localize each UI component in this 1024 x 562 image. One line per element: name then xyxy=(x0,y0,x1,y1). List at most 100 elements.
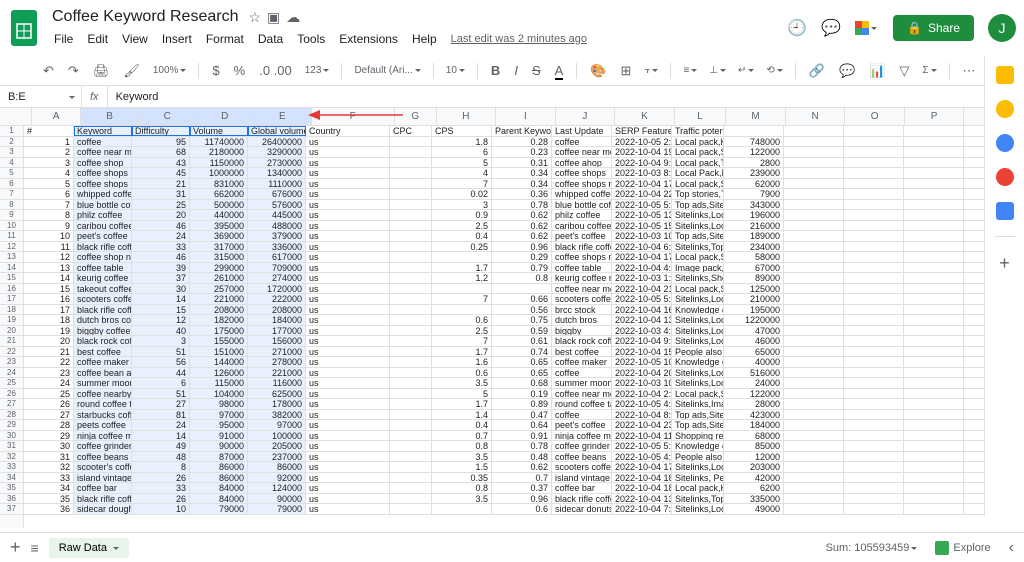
col-header[interactable]: I xyxy=(496,108,556,125)
cell[interactable] xyxy=(904,305,964,315)
text-color-button[interactable]: A xyxy=(552,61,567,80)
cell[interactable]: Sitelinks,Top sto xyxy=(672,494,724,504)
cell[interactable]: 14 xyxy=(132,294,190,304)
cell[interactable]: 182000 xyxy=(190,315,248,325)
row-header[interactable]: 37 xyxy=(0,504,23,515)
cell[interactable]: 6 xyxy=(432,147,492,157)
cell[interactable]: us xyxy=(306,494,390,504)
cell[interactable]: 0.6 xyxy=(432,368,492,378)
cell[interactable]: 2022-10-04 22:3 xyxy=(612,189,672,199)
cell[interactable]: us xyxy=(306,231,390,241)
cell[interactable]: 62000 xyxy=(724,179,784,189)
filter-button[interactable]: ▽ xyxy=(896,61,912,81)
cell[interactable]: 33 xyxy=(24,473,74,483)
cell[interactable] xyxy=(904,494,964,504)
cell[interactable] xyxy=(784,473,844,483)
cell[interactable]: black rifle coffee xyxy=(74,494,132,504)
cell[interactable]: 2022-10-05 5:15 xyxy=(612,294,672,304)
cell[interactable] xyxy=(390,399,432,409)
cell[interactable] xyxy=(784,389,844,399)
cell[interactable]: 27 xyxy=(132,399,190,409)
cell[interactable]: 1340000 xyxy=(248,168,306,178)
cell[interactable]: 315000 xyxy=(190,252,248,262)
cell[interactable]: 49000 xyxy=(724,504,784,514)
percent-button[interactable]: % xyxy=(231,61,249,80)
cell[interactable]: coffee near me xyxy=(552,284,612,294)
cell[interactable] xyxy=(784,189,844,199)
cell[interactable]: Sitelinks,Shoppi xyxy=(672,273,724,283)
cell[interactable] xyxy=(844,137,904,147)
cell[interactable]: Sitelinks,Top sto xyxy=(672,242,724,252)
cell[interactable]: 625000 xyxy=(248,389,306,399)
cell[interactable]: Top ads,Sitelink xyxy=(672,420,724,430)
maps-icon[interactable] xyxy=(996,202,1014,220)
cell[interactable] xyxy=(844,410,904,420)
cell[interactable]: 0.96 xyxy=(492,494,552,504)
chart-button[interactable]: 📊 xyxy=(866,61,888,81)
cell[interactable]: 26400000 xyxy=(248,137,306,147)
cell[interactable]: 14 xyxy=(132,431,190,441)
calendar-icon[interactable] xyxy=(996,66,1014,84)
row-header[interactable]: 21 xyxy=(0,336,23,347)
cell[interactable]: 0.79 xyxy=(492,263,552,273)
cell[interactable] xyxy=(390,200,432,210)
row-header[interactable]: 5 xyxy=(0,168,23,179)
cell[interactable]: us xyxy=(306,137,390,147)
paint-format-button[interactable]: 🖌 xyxy=(120,61,143,81)
cell[interactable]: 0.89 xyxy=(492,399,552,409)
cell[interactable]: 34 xyxy=(24,483,74,493)
cell[interactable]: 2022-10-03 10:5 xyxy=(612,231,672,241)
cell[interactable] xyxy=(784,494,844,504)
cell[interactable]: People also ask xyxy=(672,452,724,462)
col-header[interactable]: C xyxy=(139,108,197,125)
cell[interactable]: 126000 xyxy=(190,368,248,378)
cell[interactable]: 116000 xyxy=(248,378,306,388)
cell[interactable] xyxy=(904,347,964,357)
cell[interactable]: 1.6 xyxy=(432,357,492,367)
cell[interactable]: 24 xyxy=(24,378,74,388)
cell[interactable]: 0.64 xyxy=(492,420,552,430)
cell[interactable]: whipped coffee xyxy=(552,189,612,199)
row-header[interactable]: 13 xyxy=(0,252,23,263)
cell[interactable]: 21 xyxy=(132,179,190,189)
cell[interactable]: 184000 xyxy=(248,315,306,325)
cell[interactable]: Local pack,Top s xyxy=(672,158,724,168)
cell[interactable] xyxy=(844,347,904,357)
cell[interactable]: 6 xyxy=(24,189,74,199)
cell[interactable] xyxy=(784,221,844,231)
cell[interactable] xyxy=(904,431,964,441)
cell[interactable]: 67000 xyxy=(724,263,784,273)
cell[interactable]: 2022-10-04 17:2 xyxy=(612,462,672,472)
cell[interactable]: 23 xyxy=(24,368,74,378)
cell[interactable]: Sitelinks,Local p xyxy=(672,326,724,336)
cell[interactable]: best coffee xyxy=(74,347,132,357)
cell[interactable]: 26 xyxy=(132,494,190,504)
cell[interactable] xyxy=(844,284,904,294)
cell[interactable]: 617000 xyxy=(248,252,306,262)
cell[interactable]: 12000 xyxy=(724,452,784,462)
cell[interactable] xyxy=(904,221,964,231)
sheets-logo[interactable] xyxy=(4,8,44,48)
cell[interactable] xyxy=(390,462,432,472)
cell[interactable]: 2022-10-04 18:2 xyxy=(612,483,672,493)
cell[interactable] xyxy=(904,189,964,199)
cell[interactable]: 6200 xyxy=(724,483,784,493)
cell[interactable]: coffee table xyxy=(74,263,132,273)
cell[interactable]: 0.35 xyxy=(432,473,492,483)
cell[interactable]: Local Pack,Imag xyxy=(672,168,724,178)
row-header[interactable]: 26 xyxy=(0,389,23,400)
cell[interactable]: 0.4 xyxy=(432,231,492,241)
cell[interactable]: 7 xyxy=(24,200,74,210)
cell[interactable]: 0.19 xyxy=(492,389,552,399)
formula-bar[interactable]: Keyword xyxy=(108,86,1024,107)
row-header[interactable]: 22 xyxy=(0,347,23,358)
cell[interactable] xyxy=(784,294,844,304)
cell[interactable]: best coffee xyxy=(552,347,612,357)
cell[interactable]: 0.78 xyxy=(492,441,552,451)
cell[interactable]: coffee shops nea xyxy=(552,179,612,189)
cell[interactable]: us xyxy=(306,399,390,409)
cell[interactable]: coffee near me xyxy=(552,147,612,157)
cell[interactable] xyxy=(390,326,432,336)
cell[interactable]: 2 xyxy=(24,147,74,157)
cell[interactable]: 3 xyxy=(132,336,190,346)
